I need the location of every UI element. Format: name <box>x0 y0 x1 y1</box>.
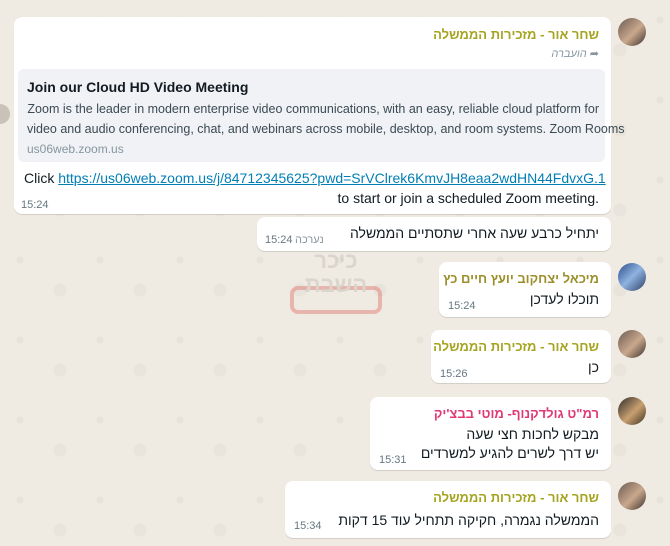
message-time: 15:24 <box>265 234 293 246</box>
message-text: תוכלו לעדכן <box>529 291 599 307</box>
preview-domain: us06web.zoom.us <box>27 142 124 156</box>
forwarded-label: ➦ הועברה <box>551 48 599 60</box>
zoom-link[interactable]: https://us06web.zoom.us/j/84712345625?pw… <box>58 170 605 186</box>
message-text: Click https://us06web.zoom.us/j/84712345… <box>24 170 606 186</box>
avatar[interactable] <box>618 397 646 425</box>
message-time: 15:31 <box>379 454 407 466</box>
sender-name[interactable]: שחר אור - מזכירות הממשלה <box>433 339 599 354</box>
svg-text:כיכר: כיכר <box>314 248 357 273</box>
message-text: הממשלה נגמרה, חקיקה תתחיל עוד 15 דקות <box>338 512 599 528</box>
message-bubble[interactable]: רמ"ט גולדקנוף- מוטי בבצ'יק מבקש לחכות חצ… <box>370 397 611 470</box>
avatar[interactable] <box>618 18 646 46</box>
message-text-line2: to start or join a scheduled Zoom meetin… <box>337 190 599 206</box>
message-bubble[interactable]: מיכאל יצחקוב יועץ חיים כץ תוכלו לעדכן 15… <box>439 262 611 317</box>
sender-name[interactable]: רמ"ט גולדקנוף- מוטי בבצ'יק <box>434 406 599 421</box>
preview-description: Zoom is the leader in modern enterprise … <box>27 102 625 136</box>
message-text-line2: יש דרך לשרים להגיע למשרדים <box>420 445 599 461</box>
avatar[interactable] <box>618 482 646 510</box>
message-text: יתחיל כרבע שעה אחרי שתסתיים הממשלה <box>349 225 599 241</box>
preview-title: Join our Cloud HD Video Meeting <box>27 79 249 95</box>
message-bubble[interactable]: שחר אור - מזכירות הממשלה ➦ הועברה Join o… <box>14 17 625 214</box>
forward-icon: ➦ <box>589 48 599 60</box>
message-text-line1: מבקש לחכות חצי שעה <box>466 426 599 442</box>
message-bubble[interactable]: שחר אור - מזכירות הממשלה כן 15:26 <box>431 330 611 383</box>
message-time: 15:24 <box>21 199 49 211</box>
message-text: כן <box>588 359 599 375</box>
sender-name[interactable]: מיכאל יצחקוב יועץ חיים כץ <box>443 271 599 286</box>
message-bubble[interactable]: שחר אור - מזכירות הממשלה הממשלה נגמרה, ח… <box>285 481 611 538</box>
avatar[interactable] <box>618 263 646 291</box>
sender-name[interactable]: שחר אור - מזכירות הממשלה <box>433 27 599 42</box>
svg-text:השבת: השבת <box>305 272 367 297</box>
message-time: 15:34 <box>294 520 322 532</box>
message-time: 15:26 <box>440 368 468 380</box>
avatar[interactable] <box>618 330 646 358</box>
message-time: 15:24 <box>448 300 476 312</box>
sender-name[interactable]: שחר אור - מזכירות הממשלה <box>433 490 599 505</box>
link-preview[interactable]: Join our Cloud HD Video Meeting Zoom is … <box>18 69 625 162</box>
site-watermark-logo: כיכר השבת <box>290 240 382 314</box>
